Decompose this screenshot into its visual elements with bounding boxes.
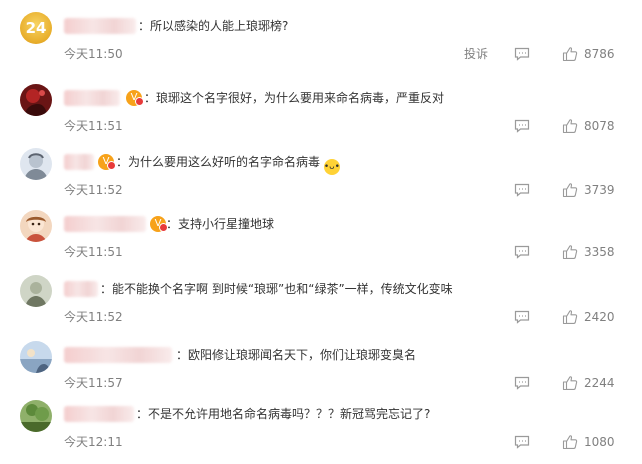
thumbs-up-icon [562,119,578,134]
comment-time: 今天11:51 [64,119,123,133]
comment-text: ：欧阳修让琅琊闻名天下，你们让琅琊变臭名 [176,348,417,362]
comment-time: 今天11:57 [64,376,123,390]
like-count: 3739 [584,183,615,197]
comment-item: ：不是不允许用地名命名病毒吗？？？新冠骂完忘记了? 今天12:11 1080 [0,400,642,464]
vip-badge-icon: V [98,154,116,170]
thumbs-up-icon [562,376,578,391]
reply-icon[interactable] [514,183,530,197]
like-count: 8786 [584,47,615,61]
reply-icon[interactable] [514,119,530,133]
username-blurred[interactable] [64,18,136,34]
comment-time: 今天11:51 [64,245,123,259]
like-count: 2244 [584,376,615,390]
like-count: 2420 [584,310,615,324]
reply-icon[interactable] [514,245,530,259]
comment-item: V ：为什么要用这么好听的名字命名病毒 •ᴗ• 今天11:52 3739 [0,148,642,212]
reply-icon[interactable] [514,435,530,449]
comment-time: 今天11:52 [64,310,123,324]
username-blurred[interactable] [64,406,134,422]
avatar[interactable]: 24 [20,12,52,44]
like-count: 3358 [584,245,615,259]
reply-icon[interactable] [514,376,530,390]
thumbs-up-icon [562,245,578,260]
reply-icon[interactable] [514,47,530,61]
vip-badge-icon: V [126,90,144,106]
thumbs-up-icon [562,183,578,198]
comment-time: 今天11:50 [64,47,123,61]
comment-text: ：能不能换个名字啊 到时候“琅琊”也和“绿茶”一样，传统文化变味 [100,282,453,296]
avatar[interactable] [20,341,52,373]
comment-time: 今天11:52 [64,183,123,197]
comment-text: ：为什么要用这么好听的名字命名病毒 •ᴗ• [116,154,340,175]
avatar[interactable] [20,275,52,307]
thumbs-up-icon [562,310,578,325]
comment-text: ：支持小行星撞地球 [166,217,275,231]
comment-item: V ：支持小行星撞地球 今天11:51 3358 [0,210,642,274]
thumbs-up-icon [562,435,578,450]
comment-text: ：所以感染的人能上琅琊榜? [138,19,289,33]
avatar[interactable] [20,84,52,116]
report-link[interactable]: 投诉 [464,46,488,62]
comment-item: ：欧阳修让琅琊闻名天下，你们让琅琊变臭名 今天11:57 2244 [0,341,642,405]
username-blurred[interactable] [64,90,120,106]
thumbs-up-icon [562,47,578,62]
like-count: 1080 [584,435,615,449]
comment-time: 今天12:11 [64,435,123,449]
avatar[interactable] [20,400,52,432]
like-count: 8078 [584,119,615,133]
username-blurred[interactable] [64,216,146,232]
avatar[interactable] [20,148,52,180]
comment-item: V ：琅琊这个名字很好，为什么要用来命名病毒，严重反对 今天11:51 8078 [0,84,642,148]
username-blurred[interactable] [64,347,172,363]
comment-item: 24 ：所以感染的人能上琅琊榜? 今天11:50 投诉 8786 [0,12,642,76]
thinking-emoji-icon: •ᴗ• [323,159,340,175]
reply-icon[interactable] [514,310,530,324]
username-blurred[interactable] [64,154,94,170]
username-blurred[interactable] [64,281,98,297]
comment-text: ：不是不允许用地名命名病毒吗？？？新冠骂完忘记了? [136,407,431,421]
comment-text: ：琅琊这个名字很好，为什么要用来命名病毒，严重反对 [144,91,445,105]
comment-item: ：能不能换个名字啊 到时候“琅琊”也和“绿茶”一样，传统文化变味 今天11:52… [0,275,642,339]
vip-badge-icon: V [150,216,168,232]
avatar[interactable] [20,210,52,242]
